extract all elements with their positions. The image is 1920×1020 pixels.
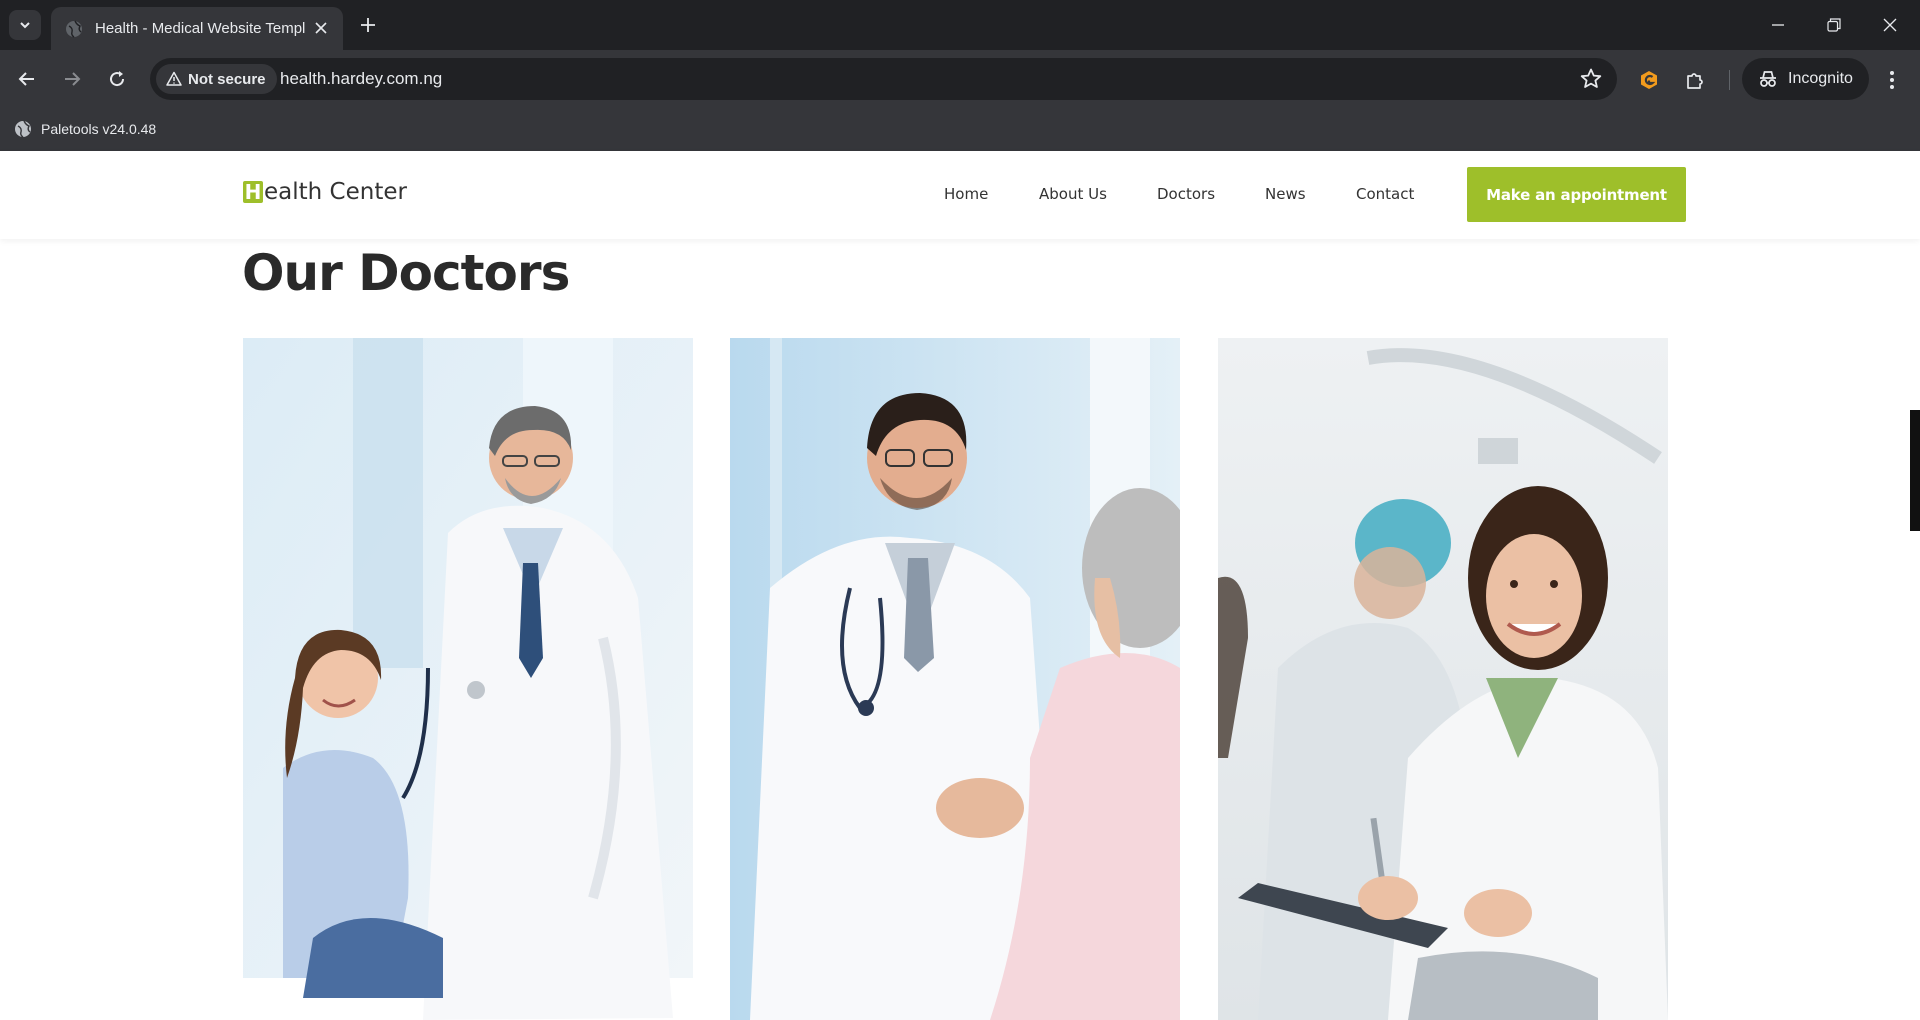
doctor-card-1[interactable] [243, 338, 693, 1020]
female-doctor-with-clipboard-photo [1218, 338, 1668, 1020]
extensions-menu-button[interactable] [1681, 66, 1709, 94]
minimize-button[interactable] [1758, 8, 1798, 42]
new-tab-button[interactable] [353, 10, 383, 40]
nav-home[interactable]: Home [944, 185, 988, 203]
logo-letter: H [243, 180, 263, 204]
minimize-icon [1772, 24, 1784, 26]
bookmark-item[interactable]: Paletools v24.0.48 [14, 116, 156, 142]
close-window-button[interactable] [1870, 8, 1910, 42]
arrow-left-icon [18, 72, 34, 86]
restore-button[interactable] [1814, 8, 1854, 42]
browser-tab[interactable]: Health - Medical Website Template [51, 7, 343, 50]
incognito-icon [1760, 71, 1776, 87]
nav-contact[interactable]: Contact [1356, 185, 1414, 203]
nav-news[interactable]: News [1265, 185, 1306, 203]
side-tab-handle[interactable] [1910, 410, 1920, 531]
toolbar-divider [1729, 70, 1730, 90]
doctor-card-3[interactable] [1218, 338, 1668, 1020]
doctor-with-elderly-patient-photo [730, 338, 1180, 1020]
nav-doctors[interactable]: Doctors [1157, 185, 1215, 203]
doctor-with-child-photo [243, 338, 693, 1020]
close-tab-button[interactable] [311, 18, 331, 38]
url-text[interactable]: health.hardey.com.ng [280, 69, 442, 89]
address-bar[interactable]: Not secure health.hardey.com.ng [150, 58, 1617, 100]
make-appointment-button[interactable]: Make an appointment [1467, 167, 1686, 222]
more-vertical-icon [1890, 71, 1894, 89]
globe-icon [66, 20, 82, 38]
incognito-indicator[interactable]: Incognito [1742, 58, 1869, 100]
close-icon [315, 22, 327, 34]
incognito-label: Incognito [1788, 70, 1853, 87]
browser-toolbar: Not secure health.hardey.com.ng Incognit… [0, 50, 1920, 108]
reload-icon [110, 71, 125, 87]
security-indicator[interactable]: Not secure [156, 64, 277, 94]
doctor-card-2[interactable] [730, 338, 1180, 1020]
site-logo[interactable]: H ealth Center [243, 179, 407, 205]
close-icon [1883, 18, 1897, 32]
section-title: Our Doctors [242, 244, 570, 302]
warning-icon [166, 71, 182, 86]
globe-icon [15, 120, 31, 138]
forward-button[interactable] [55, 62, 89, 96]
bookmark-label: Paletools v24.0.48 [41, 121, 157, 137]
tab-search-button[interactable] [9, 10, 41, 40]
security-label: Not secure [188, 70, 266, 88]
chevron-down-icon [20, 22, 30, 29]
browser-menu-button[interactable] [1878, 66, 1906, 94]
bookmarks-bar: Paletools v24.0.48 [0, 108, 1920, 151]
site-header: H ealth Center Home About Us Doctors New… [0, 151, 1920, 239]
plus-icon [361, 18, 375, 32]
browser-tab-strip: Health - Medical Website Template [0, 0, 1920, 50]
arrow-right-icon [65, 72, 81, 86]
tab-title: Health - Medical Website Template [95, 20, 305, 37]
bookmark-star-icon[interactable] [1579, 67, 1603, 91]
extension-logo-icon [1641, 71, 1657, 89]
back-button[interactable] [10, 62, 44, 96]
restore-icon [1827, 18, 1841, 32]
reload-button[interactable] [100, 62, 134, 96]
puzzle-icon [1687, 73, 1703, 89]
logo-text: ealth Center [264, 179, 407, 205]
extension-button[interactable] [1635, 66, 1663, 94]
nav-about-us[interactable]: About Us [1039, 185, 1107, 203]
